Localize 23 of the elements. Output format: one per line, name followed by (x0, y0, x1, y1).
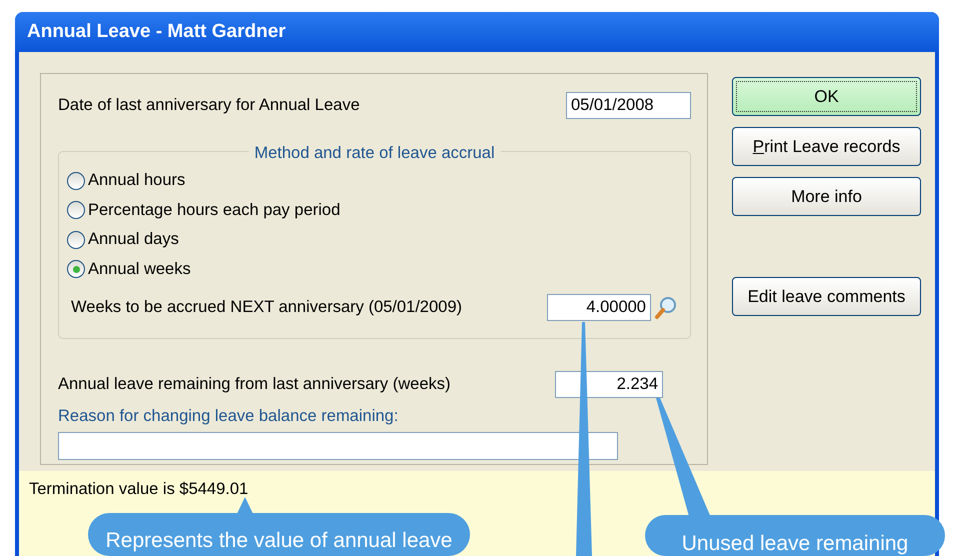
radio-label[interactable]: Annual weeks (88, 256, 191, 282)
radio-button[interactable] (67, 201, 85, 220)
field-label: Annual leave remaining from last anniversary (weeks) (58, 374, 451, 396)
dialog-button[interactable]: Edit leave comments (732, 277, 921, 316)
radio-label[interactable]: Percentage hours each pay period (88, 198, 340, 223)
remaining-field[interactable]: 2.234 (555, 371, 663, 398)
radio-button[interactable] (67, 260, 85, 278)
dialog-button[interactable]: Print Leave records (732, 127, 921, 166)
date-field[interactable]: 05/01/2008 (566, 92, 691, 119)
window-title: Annual Leave - Matt Gardner (15, 12, 939, 52)
callout: Unused leave remaining (645, 515, 945, 556)
termination-value: Termination value is $5449.01 (29, 480, 248, 498)
dialog-button[interactable]: More info (732, 177, 921, 216)
radio-label[interactable]: Annual hours (88, 168, 186, 194)
radio-button[interactable] (67, 230, 85, 249)
radio-button[interactable] (67, 172, 85, 190)
radio-label[interactable]: Annual days (88, 227, 179, 252)
field-label: Reason for changing leave balance remaining: (58, 406, 400, 427)
reason-field[interactable] (58, 432, 618, 460)
field-label: Weeks to be accrued NEXT anniversary (05/01/2009) (71, 297, 462, 318)
weeks-field[interactable]: 4.00000 (547, 294, 651, 321)
dialog-button[interactable]: OK (732, 77, 921, 116)
field-label: Date of last anniversary for Annual Leave (58, 95, 360, 116)
